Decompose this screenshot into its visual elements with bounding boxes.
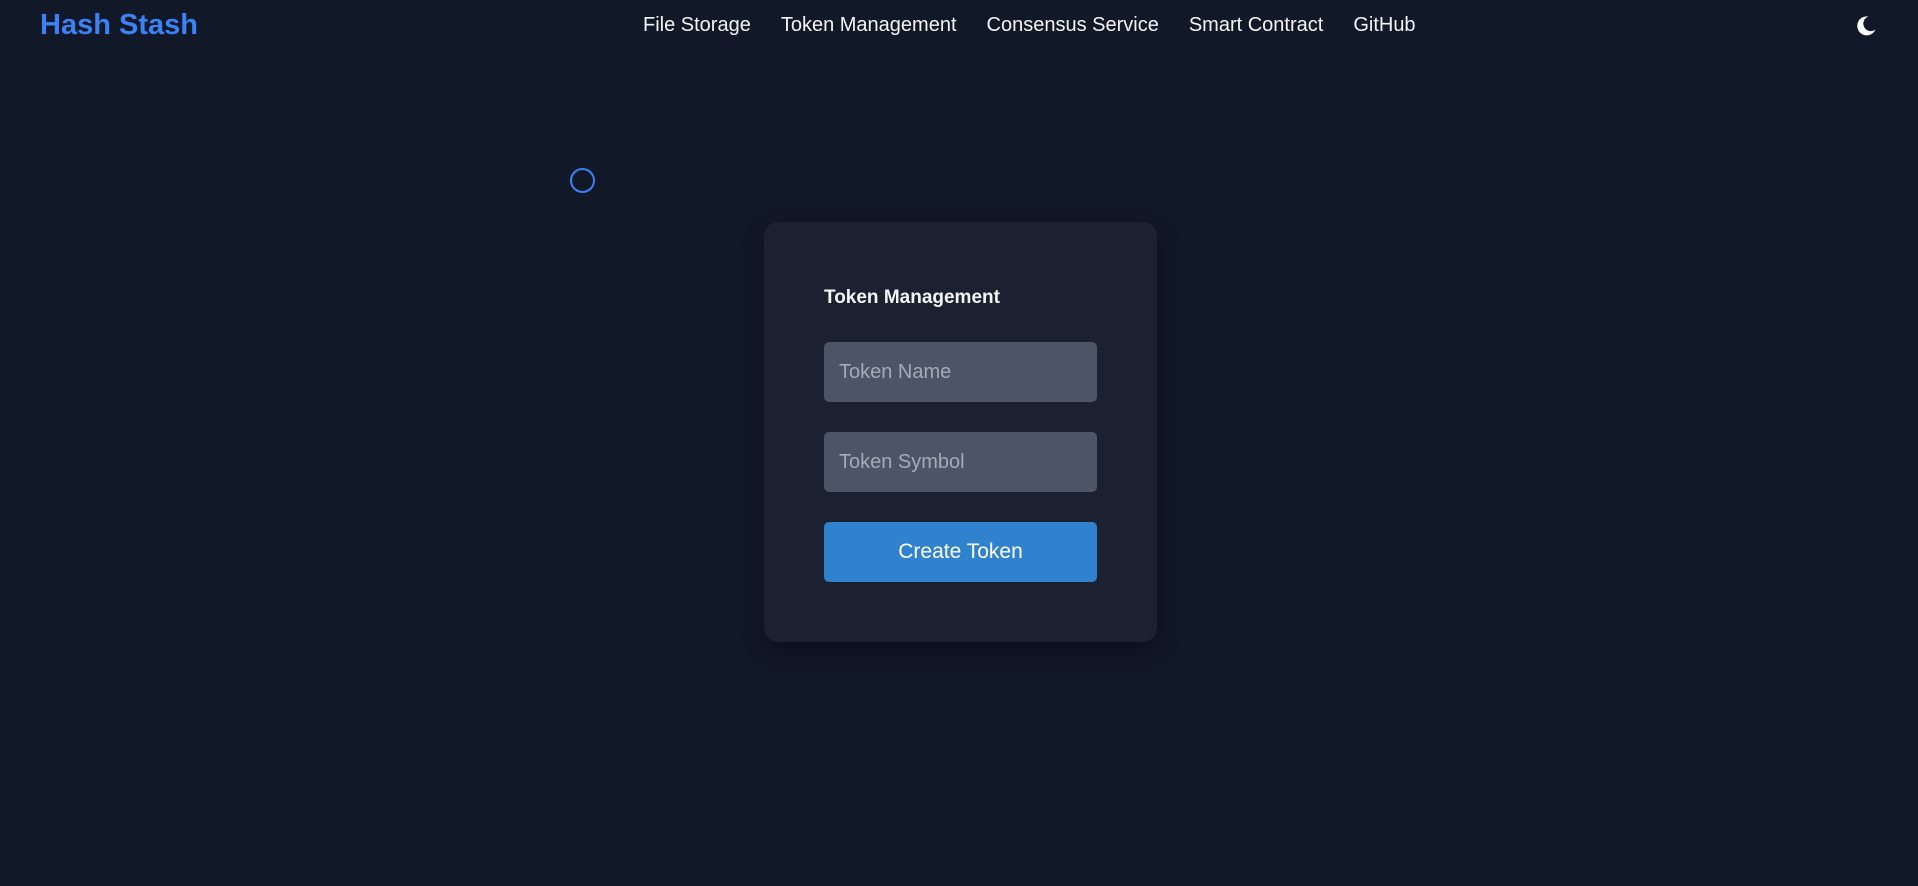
card-title: Token Management — [824, 287, 1000, 308]
cursor-indicator — [570, 168, 595, 193]
moon-icon — [1857, 16, 1876, 36]
theme-toggle-button[interactable] — [1852, 12, 1880, 40]
main-nav: File Storage Token Management Consensus … — [643, 12, 1416, 38]
token-name-input[interactable] — [824, 342, 1097, 402]
token-symbol-input[interactable] — [824, 432, 1097, 492]
brand-logo-link[interactable]: Hash Stash — [40, 8, 198, 42]
nav-token-management[interactable]: Token Management — [781, 12, 957, 38]
token-management-card: Token Management Create Token — [764, 222, 1157, 642]
create-token-button[interactable]: Create Token — [824, 522, 1097, 582]
top-navigation: Hash Stash File Storage Token Management… — [0, 0, 1918, 50]
nav-github[interactable]: GitHub — [1353, 12, 1415, 38]
nav-file-storage[interactable]: File Storage — [643, 12, 751, 38]
nav-smart-contract[interactable]: Smart Contract — [1189, 12, 1323, 38]
nav-consensus-service[interactable]: Consensus Service — [987, 12, 1159, 38]
